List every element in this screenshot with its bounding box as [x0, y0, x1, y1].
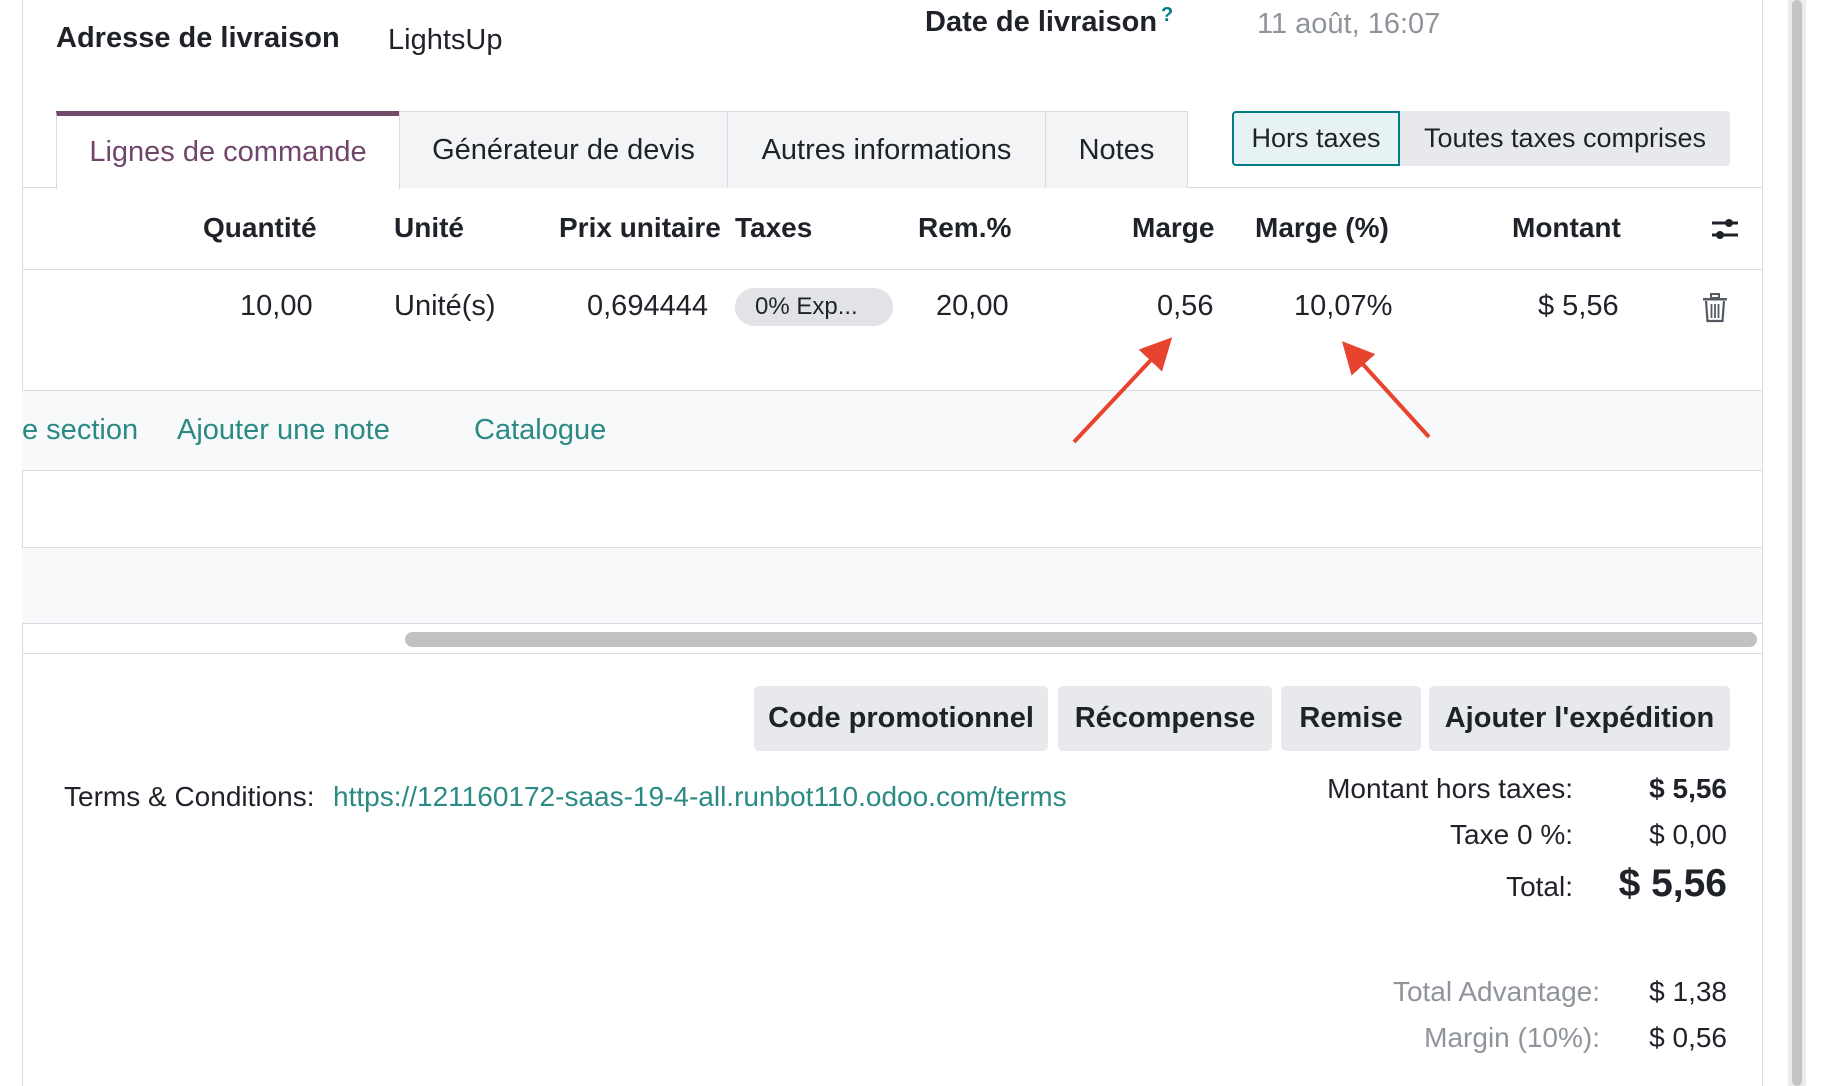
help-question-icon[interactable]: ?	[1161, 4, 1173, 27]
cell-margin-pct: 10,07%	[1294, 290, 1393, 322]
total-value: $ 5,56	[1618, 862, 1727, 905]
cell-quantity[interactable]: 10,00	[240, 290, 313, 323]
arrow-to-margin	[1072, 337, 1173, 444]
cell-discount[interactable]: 20,00	[936, 290, 1009, 323]
delivery-date-value[interactable]: 11 août, 16:07	[1257, 8, 1440, 41]
tax-label: Taxe 0 %:	[1450, 819, 1573, 850]
tab-quote-builder[interactable]: Générateur de devis	[399, 111, 728, 188]
delivery-address-label: Adresse de livraison	[56, 22, 340, 54]
add-shipping-button[interactable]: Ajouter l'expédition	[1429, 686, 1730, 751]
arrow-to-margin-pct	[1341, 341, 1431, 439]
margin-total-value: $ 0,56	[1649, 1022, 1727, 1053]
col-taxes[interactable]: Taxes	[735, 212, 812, 244]
total-advantage-label: Total Advantage:	[1392, 976, 1600, 1007]
sliders-icon[interactable]	[1710, 214, 1740, 244]
col-margin[interactable]: Marge	[1132, 212, 1214, 244]
tab-order-lines[interactable]: Lignes de commande	[56, 111, 400, 189]
tax-value: $ 0,00	[1649, 819, 1727, 850]
col-discount[interactable]: Rem.%	[918, 212, 1011, 244]
row-divider	[22, 470, 1762, 471]
add-note-link[interactable]: Ajouter une note	[177, 414, 390, 447]
cell-margin: 0,56	[1157, 290, 1214, 322]
total-advantage-value: $ 1,38	[1649, 976, 1727, 1007]
reward-button[interactable]: Récompense	[1058, 686, 1272, 751]
table-bottom-border	[22, 653, 1762, 654]
annotation-arrows	[1072, 337, 1431, 444]
tax-badge[interactable]: 0% Exp...	[735, 288, 893, 326]
tab-other-info[interactable]: Autres informations	[727, 111, 1046, 188]
cell-unit-price[interactable]: 0,694444	[587, 290, 708, 323]
total-label: Total:	[1506, 871, 1573, 902]
page-scrollbar-thumb[interactable]	[1792, 0, 1802, 1086]
untaxed-amount-value: $ 5,56	[1649, 773, 1727, 804]
col-margin-pct[interactable]: Marge (%)	[1255, 212, 1389, 244]
terms-link[interactable]: https://121160172-saas-19-4-all.runbot11…	[333, 781, 1067, 813]
col-amount[interactable]: Montant	[1512, 212, 1621, 244]
tax-excluded-toggle[interactable]: Hors taxes	[1232, 111, 1400, 166]
add-section-link[interactable]: e section	[22, 414, 138, 447]
margin-total-label: Margin (10%):	[1424, 1022, 1600, 1053]
sheet-left-border	[22, 0, 23, 1086]
col-unit-price[interactable]: Prix unitaire	[559, 212, 721, 244]
delivery-address-value[interactable]: LightsUp	[388, 24, 502, 57]
tab-notes[interactable]: Notes	[1045, 111, 1188, 188]
delivery-date-label: Date de livraison	[925, 6, 1158, 38]
tax-included-toggle[interactable]: Toutes taxes comprises	[1400, 111, 1730, 166]
col-quantity[interactable]: Quantité	[203, 212, 317, 244]
promo-code-button[interactable]: Code promotionnel	[754, 686, 1048, 751]
sheet-right-border	[1762, 0, 1763, 1086]
trash-icon[interactable]	[1702, 293, 1728, 323]
cell-unit[interactable]: Unité(s)	[394, 290, 496, 323]
cell-amount: $ 5,56	[1538, 290, 1619, 322]
header-divider	[22, 269, 1762, 270]
col-unit[interactable]: Unité	[394, 212, 464, 244]
empty-row	[22, 548, 1762, 623]
discount-button[interactable]: Remise	[1281, 686, 1421, 751]
row-divider	[22, 623, 1762, 624]
terms-label: Terms & Conditions:	[64, 781, 315, 812]
catalog-link[interactable]: Catalogue	[474, 414, 606, 447]
untaxed-amount-label: Montant hors taxes:	[1327, 773, 1573, 804]
horizontal-scrollbar-thumb[interactable]	[405, 632, 1757, 647]
